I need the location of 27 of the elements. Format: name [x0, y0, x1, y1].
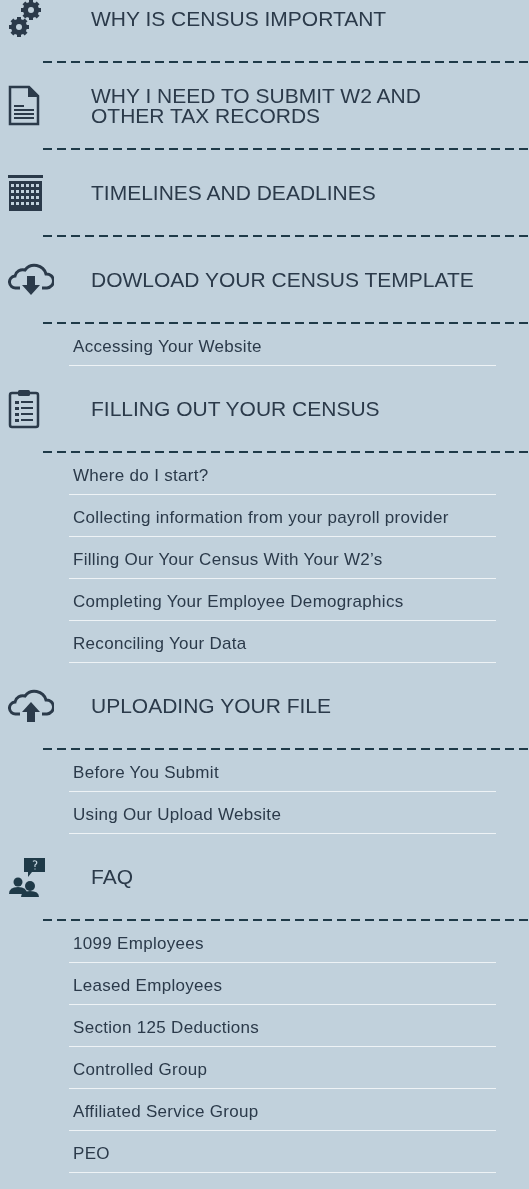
topic-link[interactable]: Completing Your Employee Demographics: [69, 579, 496, 621]
section-heading[interactable]: WHY IS CENSUS IMPORTANT: [91, 8, 387, 29]
topic-link[interactable]: Filling Our Your Census With Your W2’s: [69, 537, 496, 579]
cloud-download-icon: [8, 262, 54, 297]
clipboard-icon: [8, 388, 40, 429]
topic-link[interactable]: Where do I start?: [69, 453, 496, 495]
topic-link[interactable]: Collecting information from your payroll provider: [69, 495, 496, 537]
topic-link[interactable]: PEO: [69, 1131, 496, 1173]
topic-link[interactable]: Reconciling Your Data: [69, 621, 496, 663]
section-heading[interactable]: DOWLOAD YOUR CENSUS TEMPLATE: [91, 269, 474, 290]
document-icon: [8, 85, 40, 126]
topic-link[interactable]: Controlled Group: [69, 1047, 496, 1089]
section-heading[interactable]: FAQ: [91, 866, 133, 887]
section-heading[interactable]: TIMELINES AND DEADLINES: [91, 182, 376, 203]
topic-link[interactable]: Leased Employees: [69, 963, 496, 1005]
section-heading[interactable]: UPLOADING YOUR FILE: [91, 695, 331, 716]
topic-link[interactable]: Using Our Upload Website: [69, 792, 496, 834]
cloud-upload-icon: [8, 688, 54, 723]
topic-link[interactable]: 1099 Employees: [69, 921, 496, 963]
topic-link[interactable]: Before You Submit: [69, 750, 496, 792]
people-question-icon: [8, 856, 46, 897]
section-heading[interactable]: WHY I NEED TO SUBMIT W2 AND OTHER TAX RECORDS: [91, 85, 481, 126]
topic-link[interactable]: Affiliated Service Group: [69, 1089, 496, 1131]
calendar-icon: [8, 174, 43, 211]
topic-link[interactable]: Accessing Your Website: [69, 324, 496, 366]
section-heading[interactable]: FILLING OUT YOUR CENSUS: [91, 398, 380, 419]
topic-link[interactable]: Section 125 Deductions: [69, 1005, 496, 1047]
